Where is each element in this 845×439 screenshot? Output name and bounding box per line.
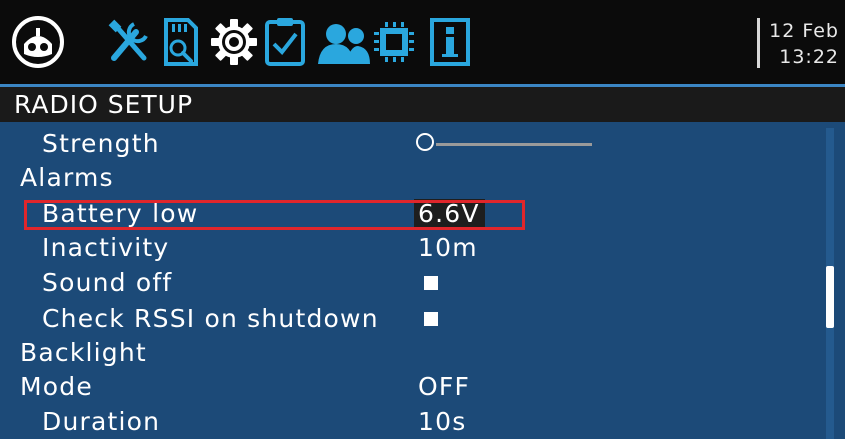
row-label: Sound off [42, 268, 173, 297]
info-icon[interactable] [428, 14, 472, 70]
menu-row-backlight: Backlight [0, 336, 800, 370]
datetime-separator [757, 18, 760, 68]
section-header-alarms: Alarms [20, 163, 114, 192]
page-title: RADIO SETUP [14, 90, 194, 119]
strength-slider-knob[interactable] [416, 133, 434, 151]
row-label: Mode [20, 372, 93, 401]
menu-row-alarms: Alarms [0, 161, 800, 195]
row-label: Check RSSI on shutdown [42, 304, 379, 333]
sound-off-checkbox[interactable] [424, 276, 438, 290]
radio-screen: 12 Feb 13:22 RADIO SETUP Strength Alarms… [0, 0, 845, 439]
tools-icon[interactable] [104, 14, 154, 70]
menu-row-mode[interactable]: Mode OFF [0, 370, 800, 404]
check-rssi-checkbox[interactable] [424, 312, 438, 326]
radio-model-icon[interactable] [10, 14, 66, 70]
menu-row-check-rssi[interactable]: Check RSSI on shutdown [0, 302, 800, 336]
menu-row-sound-off[interactable]: Sound off [0, 266, 800, 300]
menu-row-battery-low[interactable]: Battery low 6.6V [0, 197, 800, 231]
checklist-icon[interactable] [262, 14, 308, 70]
row-label: Duration [42, 407, 161, 436]
duration-value[interactable]: 10s [418, 407, 466, 437]
scrollbar-thumb[interactable] [826, 266, 834, 328]
gear-icon[interactable] [208, 14, 260, 70]
menu-row-inactivity[interactable]: Inactivity 10m [0, 231, 800, 265]
row-label: Inactivity [42, 233, 170, 262]
users-icon[interactable] [316, 14, 372, 70]
inactivity-value[interactable]: 10m [418, 233, 478, 263]
time-display: 13:22 [779, 46, 839, 68]
row-label: Strength [42, 129, 160, 158]
section-header-backlight: Backlight [20, 338, 147, 367]
scrollbar[interactable] [826, 128, 834, 439]
menu-row-duration[interactable]: Duration 10s [0, 405, 800, 439]
strength-slider-track[interactable] [436, 143, 592, 146]
row-label: Battery low [42, 199, 199, 228]
battery-low-value[interactable]: 6.6V [414, 199, 485, 229]
page-title-bar: RADIO SETUP [0, 84, 845, 122]
date-display: 12 Feb [769, 20, 839, 42]
top-toolbar: 12 Feb 13:22 [0, 0, 845, 84]
sd-card-icon[interactable] [158, 14, 202, 70]
menu-row-strength[interactable]: Strength [0, 127, 800, 161]
hardware-icon[interactable] [372, 14, 416, 70]
mode-value[interactable]: OFF [418, 372, 470, 402]
